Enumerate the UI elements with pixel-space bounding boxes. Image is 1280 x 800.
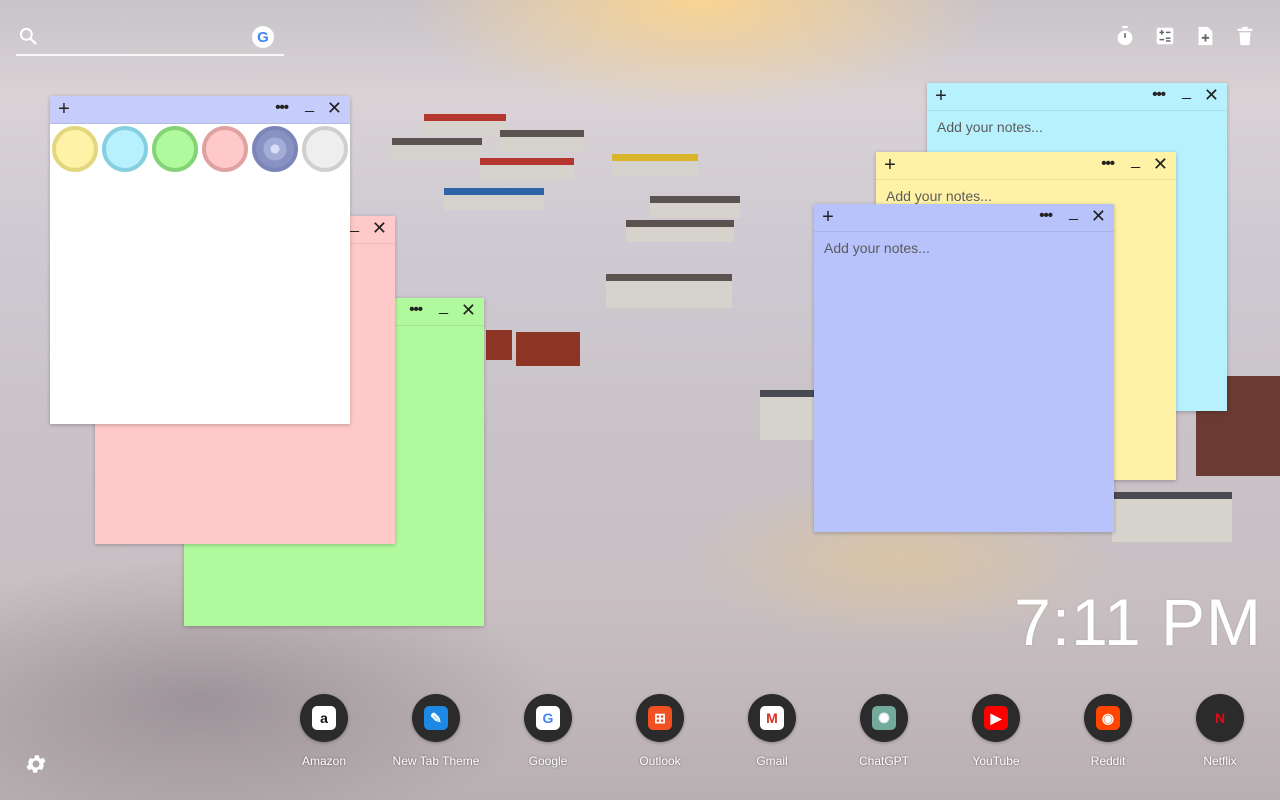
scenery-hut xyxy=(480,158,574,180)
shortcut-label: YouTube xyxy=(972,754,1020,768)
minimize-icon[interactable]: _ xyxy=(350,216,359,234)
scenery-hut xyxy=(392,138,482,160)
icon-glyph: ▶ xyxy=(984,706,1008,730)
more-options-icon[interactable]: ••• xyxy=(409,301,423,318)
shortcut-gmail[interactable]: M Gmail xyxy=(716,694,828,768)
scenery-hut xyxy=(606,274,732,308)
shortcut-new-tab-theme[interactable]: ✎ New Tab Theme xyxy=(380,694,492,768)
scenery-hut xyxy=(1112,492,1232,542)
note-toolbar: + ••• _ ✕ xyxy=(50,96,350,124)
shortcut-outlook[interactable]: ⊞ Outlook xyxy=(604,694,716,768)
minimize-icon[interactable]: _ xyxy=(1182,83,1191,101)
shortcut-reddit[interactable]: ◉ Reddit xyxy=(1052,694,1164,768)
new-note-icon[interactable] xyxy=(1194,24,1216,48)
color-swatch-cyan[interactable] xyxy=(102,126,148,172)
shortcut-google[interactable]: G Google xyxy=(492,694,604,768)
shortcut-amazon[interactable]: a Amazon xyxy=(268,694,380,768)
add-note-icon[interactable]: + xyxy=(933,85,949,107)
scenery-container xyxy=(486,330,512,360)
icon-glyph: N xyxy=(1208,706,1232,730)
color-swatch-yellow[interactable] xyxy=(52,126,98,172)
icon-glyph: ⊞ xyxy=(648,706,672,730)
add-note-icon[interactable]: + xyxy=(820,206,836,228)
icon-glyph: a xyxy=(312,706,336,730)
outlook-icon[interactable]: ⊞ xyxy=(636,694,684,742)
trash-icon[interactable] xyxy=(1234,24,1256,48)
scenery-hut xyxy=(650,196,740,218)
scenery-hut xyxy=(444,188,544,210)
note-placeholder[interactable]: Add your notes... xyxy=(937,119,1217,135)
shortcut-label: Google xyxy=(528,754,568,768)
close-icon[interactable]: ✕ xyxy=(372,219,387,237)
shortcut-label: Gmail xyxy=(756,754,788,768)
google-icon[interactable]: G xyxy=(524,694,572,742)
minimize-icon[interactable]: _ xyxy=(305,96,314,114)
color-swatch-green[interactable] xyxy=(152,126,198,172)
shortcut-dock: a Amazon ✎ New Tab Theme G Google ⊞ Outlook M Gma… xyxy=(268,694,1276,768)
icon-glyph: G xyxy=(536,706,560,730)
search-input[interactable] xyxy=(48,24,248,52)
shortcut-label: Outlook xyxy=(639,754,681,768)
note-toolbar: + ••• _ ✕ xyxy=(927,83,1227,111)
gmail-icon[interactable]: M xyxy=(748,694,796,742)
color-swatch-gray[interactable] xyxy=(302,126,348,172)
shortcut-label: Netflix xyxy=(1203,754,1237,768)
more-options-icon[interactable]: ••• xyxy=(1152,86,1166,103)
amazon-icon[interactable]: a xyxy=(300,694,348,742)
shortcut-label: ChatGPT xyxy=(858,754,909,768)
close-icon[interactable]: ✕ xyxy=(1204,86,1219,104)
shortcut-youtube[interactable]: ▶ YouTube xyxy=(940,694,1052,768)
scenery-container xyxy=(516,332,580,366)
color-swatch-blue[interactable] xyxy=(252,126,298,172)
timer-icon[interactable] xyxy=(1114,24,1136,48)
color-swatch-pink[interactable] xyxy=(202,126,248,172)
scenery-hut xyxy=(612,154,698,176)
icon-glyph: ✺ xyxy=(872,706,896,730)
minimize-icon[interactable]: _ xyxy=(1131,152,1140,170)
minimize-icon[interactable]: _ xyxy=(439,298,448,316)
new-tab-theme-icon[interactable]: ✎ xyxy=(412,694,460,742)
clock: 7:11 PM xyxy=(1014,585,1262,659)
settings-gear-icon[interactable] xyxy=(24,752,48,776)
netflix-icon[interactable]: N xyxy=(1196,694,1244,742)
add-note-icon[interactable]: + xyxy=(882,154,898,176)
shortcut-chatgpt[interactable]: ✺ ChatGPT xyxy=(828,694,940,768)
scenery-hut xyxy=(626,220,734,242)
note-placeholder[interactable]: Add your notes... xyxy=(886,188,1166,204)
scenery-hut xyxy=(760,390,820,440)
reddit-icon[interactable]: ◉ xyxy=(1084,694,1132,742)
close-icon[interactable]: ✕ xyxy=(1091,207,1106,225)
sticky-note-blue[interactable]: + ••• _ ✕ Add your notes... xyxy=(814,204,1114,532)
close-icon[interactable]: ✕ xyxy=(1153,155,1168,173)
calculator-icon[interactable] xyxy=(1154,24,1176,48)
more-options-icon[interactable]: ••• xyxy=(1039,207,1053,224)
note-placeholder[interactable]: Add your notes... xyxy=(824,240,1104,256)
search-icon[interactable] xyxy=(18,26,38,46)
add-note-icon[interactable]: + xyxy=(56,98,72,120)
chatgpt-icon[interactable]: ✺ xyxy=(860,694,908,742)
search-bar: G xyxy=(16,24,284,56)
note-toolbar: + ••• _ ✕ xyxy=(814,204,1114,232)
sticky-note-white[interactable]: + ••• _ ✕ xyxy=(50,96,350,424)
more-options-icon[interactable]: ••• xyxy=(1101,155,1115,172)
icon-glyph: M xyxy=(760,706,784,730)
scenery-hut xyxy=(424,114,506,136)
close-icon[interactable]: ✕ xyxy=(461,301,476,319)
more-options-icon[interactable]: ••• xyxy=(275,99,289,116)
top-actions xyxy=(1114,24,1256,48)
shortcut-netflix[interactable]: N Netflix xyxy=(1164,694,1276,768)
shortcut-label: New Tab Theme xyxy=(392,754,480,768)
note-toolbar: + ••• _ ✕ xyxy=(876,152,1176,180)
shortcut-label: Amazon xyxy=(301,754,347,768)
close-icon[interactable]: ✕ xyxy=(327,99,342,117)
scenery-hut xyxy=(500,130,584,152)
minimize-icon[interactable]: _ xyxy=(1069,204,1078,222)
icon-glyph: ◉ xyxy=(1096,706,1120,730)
google-search-icon[interactable]: G xyxy=(252,26,274,48)
icon-glyph: ✎ xyxy=(424,706,448,730)
youtube-icon[interactable]: ▶ xyxy=(972,694,1020,742)
shortcut-label: Reddit xyxy=(1090,754,1126,768)
color-palette xyxy=(52,126,348,172)
